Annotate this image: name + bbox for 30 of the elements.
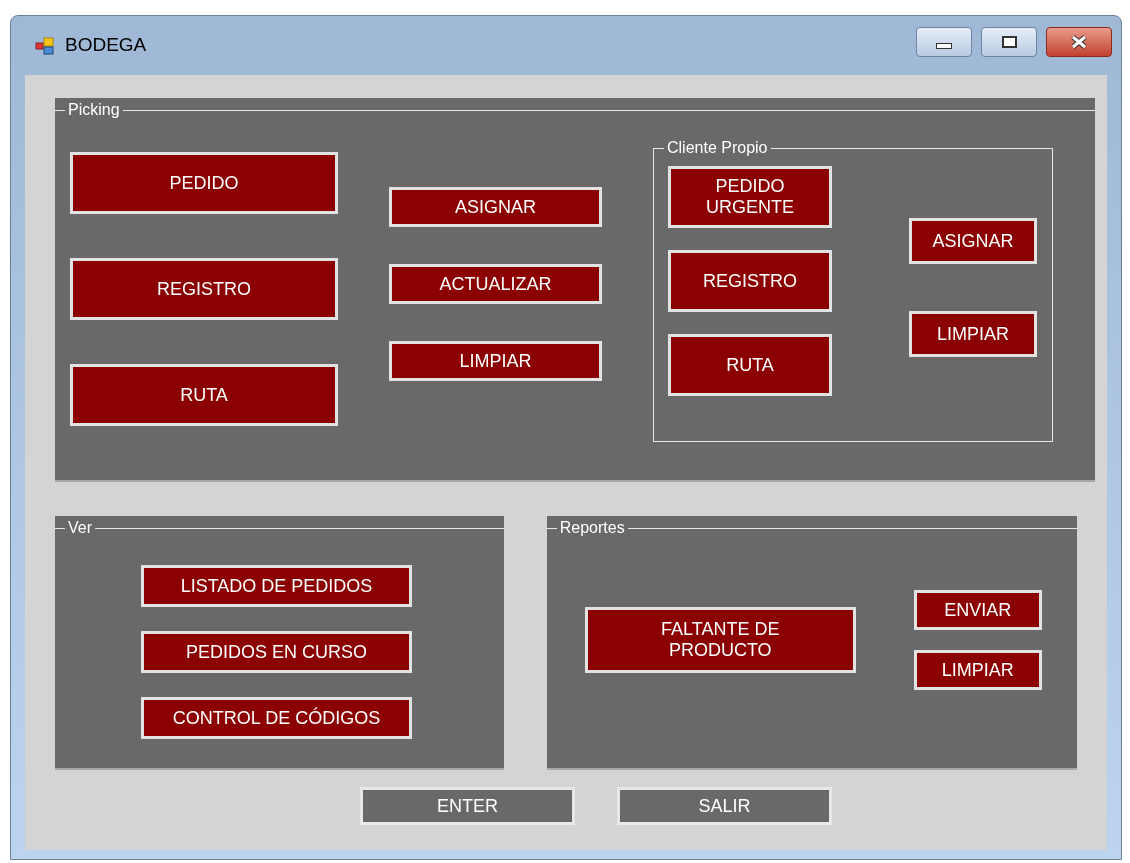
form-button[interactable]: LIMPIAR: [389, 341, 602, 381]
form-button[interactable]: RUTA: [70, 364, 338, 426]
form-button[interactable]: LISTADO DE PEDIDOS: [141, 565, 412, 607]
app-icon: [35, 36, 55, 55]
minimize-icon: [936, 42, 952, 49]
group-title: Reportes: [556, 518, 628, 538]
form-button[interactable]: PEDIDO: [70, 152, 338, 214]
form-button[interactable]: PEDIDO URGENTE: [668, 166, 832, 228]
maximize-button[interactable]: [981, 26, 1037, 57]
close-button[interactable]: [1046, 26, 1112, 57]
form-button[interactable]: CONTROL DE CÓDIGOS: [141, 697, 412, 739]
form-button[interactable]: LIMPIAR: [909, 311, 1037, 357]
form-button[interactable]: SALIR: [617, 787, 832, 825]
form-button[interactable]: REGISTRO: [668, 250, 832, 312]
window-title: BODEGA: [65, 33, 147, 58]
form-button[interactable]: ENVIAR: [913, 590, 1042, 630]
restore-icon: [1001, 35, 1017, 48]
minimize-button[interactable]: [916, 26, 972, 57]
form-button[interactable]: ASIGNAR: [909, 218, 1037, 264]
form-button[interactable]: REGISTRO: [70, 258, 338, 320]
group-title: Picking: [65, 100, 123, 120]
close-icon: [1070, 34, 1088, 49]
form-button[interactable]: FALTANTE DE PRODUCTO: [584, 607, 856, 673]
form-button[interactable]: ACTUALIZAR: [389, 264, 602, 304]
form-button[interactable]: LIMPIAR: [913, 650, 1042, 690]
form-button[interactable]: ENTER: [360, 787, 575, 825]
form-button[interactable]: ASIGNAR: [389, 187, 602, 227]
form-button[interactable]: PEDIDOS EN CURSO: [141, 631, 412, 673]
group-title: Cliente Propio: [664, 138, 771, 158]
form-button[interactable]: RUTA: [668, 334, 832, 396]
